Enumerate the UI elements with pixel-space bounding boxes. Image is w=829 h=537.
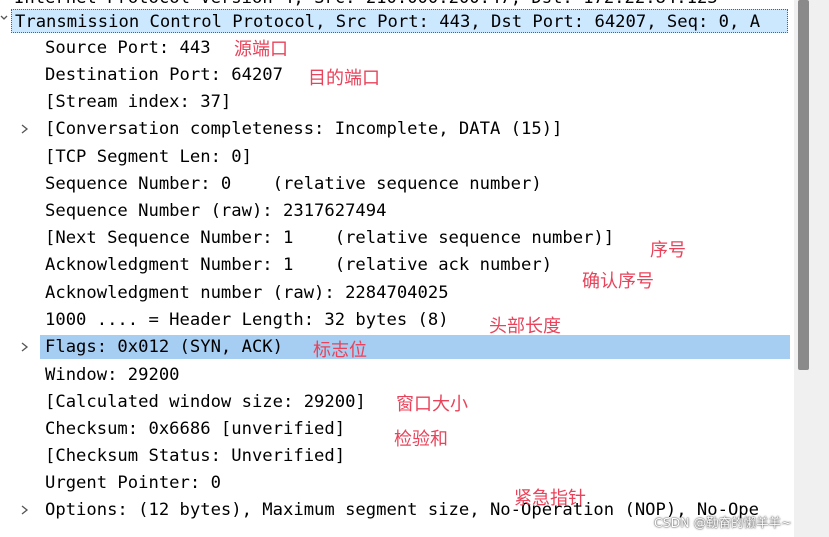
annotation-window-size: 窗口大小: [396, 394, 468, 415]
field-text: Flags: 0x012 (SYN, ACK): [45, 337, 283, 357]
annotation-source-port: 源端口: [234, 39, 288, 60]
packet-details-pane[interactable]: Internet Protocol Version 4, Src: 210.00…: [0, 0, 829, 537]
field-text: Acknowledgment Number: 1 (relative ack n…: [45, 255, 553, 275]
scrollbar-thumb[interactable]: [798, 0, 809, 370]
annotation-flags: 标志位: [313, 340, 367, 361]
chevron-right-icon[interactable]: [19, 498, 31, 522]
field-text: Checksum: 0x6686 [unverified]: [45, 419, 346, 439]
field-text: [Checksum Status: Unverified]: [45, 446, 346, 466]
annotation-sequence-number: 序号: [650, 240, 686, 261]
field-text: Sequence Number (raw): 2317627494: [45, 201, 387, 221]
ip-layer-row[interactable]: Internet Protocol Version 4, Src: 210.00…: [14, 0, 718, 8]
field-text: 1000 .... = Header Length: 32 bytes (8): [45, 310, 449, 330]
tcp-layer-label: Transmission Control Protocol, Src Port:…: [15, 12, 761, 32]
field-text: Urgent Pointer: 0: [45, 473, 221, 493]
chevron-right-icon[interactable]: [19, 117, 31, 141]
chevron-down-icon[interactable]: [0, 13, 8, 25]
field-text: [Next Sequence Number: 1 (relative seque…: [45, 228, 615, 248]
annotation-header-length: 头部长度: [489, 316, 561, 337]
annotation-ack-number: 确认序号: [582, 271, 654, 292]
field-text: [Conversation completeness: Incomplete, …: [45, 119, 563, 139]
annotation-checksum: 检验和: [394, 429, 448, 450]
field-text: [Stream index: 37]: [45, 92, 232, 112]
watermark: CSDN @勤奋的懒羊羊~: [654, 515, 792, 530]
chevron-right-icon[interactable]: [19, 335, 31, 359]
field-text: [Calculated window size: 29200]: [45, 392, 366, 412]
annotation-urgent-pointer: 紧急指针: [514, 488, 586, 509]
field-text: Destination Port: 64207: [45, 65, 283, 85]
field-flags[interactable]: Flags: 0x012 (SYN, ACK): [40, 335, 790, 359]
field-text: Sequence Number: 0 (relative sequence nu…: [45, 174, 542, 194]
tcp-layer-header[interactable]: Transmission Control Protocol, Src Port:…: [11, 9, 788, 33]
annotation-destination-port: 目的端口: [308, 68, 380, 89]
field-text: Source Port: 443: [45, 38, 211, 58]
field-text: Options: (12 bytes), Maximum segment siz…: [45, 500, 759, 520]
field-text: [TCP Segment Len: 0]: [45, 147, 252, 167]
field-text: Acknowledgment number (raw): 2284704025: [45, 283, 449, 303]
field-text: Window: 29200: [45, 365, 180, 385]
